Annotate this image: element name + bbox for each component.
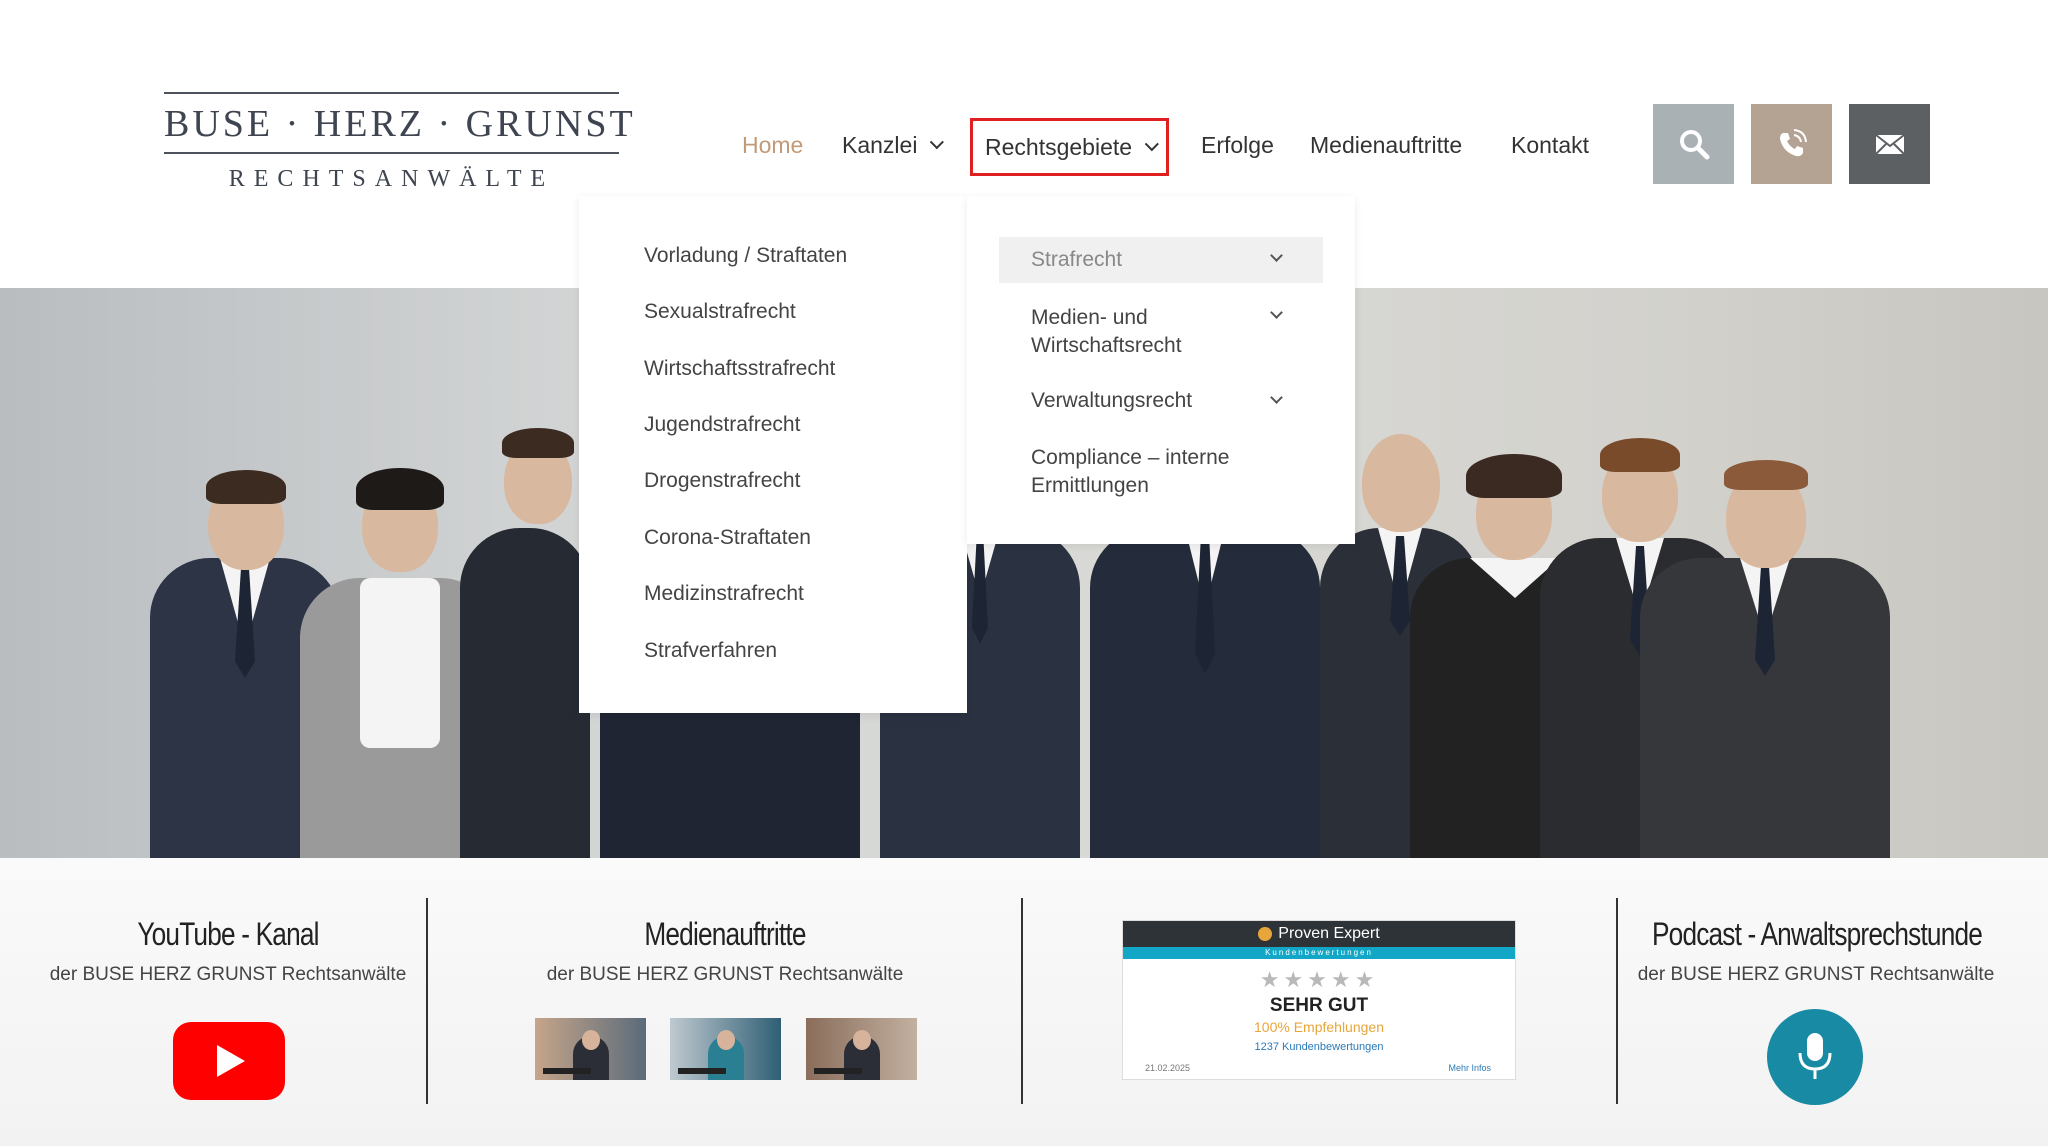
nav-medienauftritte-label: Medienauftritte <box>1310 131 1463 158</box>
microphone-icon <box>1798 1033 1832 1079</box>
recommendation-rate: 100% Empfehlungen <box>1254 1019 1384 1035</box>
more-info-link[interactable]: Mehr Infos <box>1448 1063 1491 1073</box>
submenu-item-strafverfahren[interactable]: Strafverfahren <box>644 639 777 663</box>
category-verwaltungsrecht[interactable]: Verwaltungsrecht <box>999 387 1323 415</box>
proven-expert-badge[interactable]: Proven Expert Kundenbewertungen ★★★★★ SE… <box>1122 920 1516 1080</box>
column-divider <box>1021 898 1023 1104</box>
submenu-item-corona-straftaten[interactable]: Corona-Straftaten <box>644 526 811 550</box>
nav-erfolge-label: Erfolge <box>1201 131 1274 158</box>
rechtsgebiete-categories: Strafrecht Medien- und Wirtschaftsrecht … <box>967 196 1355 544</box>
submenu-item-sexualstrafrecht[interactable]: Sexualstrafrecht <box>644 300 796 324</box>
proven-expert-header: Proven Expert <box>1123 921 1515 947</box>
submenu-item-wirtschaftsstrafrecht[interactable]: Wirtschaftsstrafrecht <box>644 357 835 381</box>
rating-verdict: SEHR GUT <box>1269 995 1369 1016</box>
site-logo[interactable]: BUSE · HERZ · GRUNST RECHTSANWÄLTE <box>164 92 636 193</box>
podcast-button[interactable] <box>1767 1009 1863 1105</box>
team-member <box>460 428 590 858</box>
nav-kanzlei[interactable]: Kanzlei <box>842 120 945 170</box>
feature-band <box>0 858 2048 1146</box>
nav-erfolge[interactable]: Erfolge <box>1201 120 1274 170</box>
chevron-down-icon <box>1270 249 1283 262</box>
chevron-down-icon <box>1144 137 1159 152</box>
youtube-logo-button[interactable] <box>173 1022 285 1100</box>
youtube-title[interactable]: YouTube - Kanal <box>64 916 392 953</box>
mail-button[interactable] <box>1849 104 1930 184</box>
submenu-item-medizinstrafrecht[interactable]: Medizinstrafrecht <box>644 582 804 606</box>
search-button[interactable] <box>1653 104 1734 184</box>
chevron-down-icon <box>1270 306 1283 319</box>
chevron-down-icon <box>1270 391 1283 404</box>
category-medien-label: Medien- und Wirtschaftsrecht <box>1031 306 1182 357</box>
nav-home-label: Home <box>742 131 804 158</box>
podcast-title[interactable]: Podcast - Anwaltsprechstunde <box>1652 916 1983 953</box>
team-member <box>1090 528 1320 858</box>
media-title[interactable]: Medienauftritte <box>561 916 889 953</box>
proven-expert-brand: Proven Expert <box>1278 925 1380 942</box>
category-strafrecht-label: Strafrecht <box>1031 248 1123 271</box>
media-thumbnail[interactable] <box>806 1018 917 1080</box>
nav-rechtsgebiete-label: Rechtsgebiete <box>985 133 1133 160</box>
nav-rechtsgebiete[interactable]: Rechtsgebiete <box>970 118 1170 176</box>
youtube-subtitle: der BUSE HERZ GRUNST Rechtsanwälte <box>49 964 407 985</box>
mail-icon <box>1874 134 1905 155</box>
proven-expert-strip: Kundenbewertungen <box>1123 947 1515 959</box>
column-divider <box>1616 898 1618 1104</box>
phone-icon <box>1779 129 1807 157</box>
category-compliance-label: Compliance – interne Ermittlungen <box>1031 446 1230 497</box>
submenu-item-drogenstrafrecht[interactable]: Drogenstrafrecht <box>644 469 800 493</box>
phone-button[interactable] <box>1751 104 1832 184</box>
team-member <box>1640 448 1890 858</box>
review-count: 1237 Kundenbewertungen <box>1254 1041 1384 1053</box>
media-thumbnail[interactable] <box>535 1018 646 1080</box>
submenu-item-vorladung[interactable]: Vorladung / Straftaten <box>644 244 847 268</box>
logo-tagline: RECHTSANWÄLTE <box>228 166 555 192</box>
play-icon <box>217 1045 245 1077</box>
logo-firm-name: BUSE · HERZ · GRUNST <box>164 103 636 145</box>
search-icon <box>1679 130 1709 160</box>
rating-stars-icon: ★★★★★ <box>1259 967 1379 992</box>
rechtsgebiete-submenu: Vorladung / Straftaten Sexualstrafrecht … <box>579 196 967 713</box>
check-icon <box>1258 927 1273 941</box>
nav-medienauftritte[interactable]: Medienauftritte <box>1310 120 1462 170</box>
nav-home[interactable]: Home <box>742 120 803 170</box>
nav-kontakt[interactable]: Kontakt <box>1511 120 1589 170</box>
column-divider <box>426 898 428 1104</box>
chevron-down-icon <box>930 135 945 150</box>
category-strafrecht[interactable]: Strafrecht <box>999 237 1323 283</box>
badge-date: 21.02.2025 <box>1145 1063 1191 1073</box>
media-thumbnail[interactable] <box>670 1018 781 1080</box>
submenu-item-jugendstrafrecht[interactable]: Jugendstrafrecht <box>644 413 800 437</box>
podcast-subtitle: der BUSE HERZ GRUNST Rechtsanwälte <box>1637 964 1995 985</box>
category-verwaltungsrecht-label: Verwaltungsrecht <box>1031 389 1193 412</box>
media-subtitle: der BUSE HERZ GRUNST Rechtsanwälte <box>546 964 904 985</box>
category-compliance[interactable]: Compliance – interne Ermittlungen <box>999 444 1323 500</box>
nav-kontakt-label: Kontakt <box>1511 131 1589 158</box>
nav-kanzlei-label: Kanzlei <box>842 131 918 158</box>
category-medien-wirtschaftsrecht[interactable]: Medien- und Wirtschaftsrecht <box>999 304 1323 360</box>
